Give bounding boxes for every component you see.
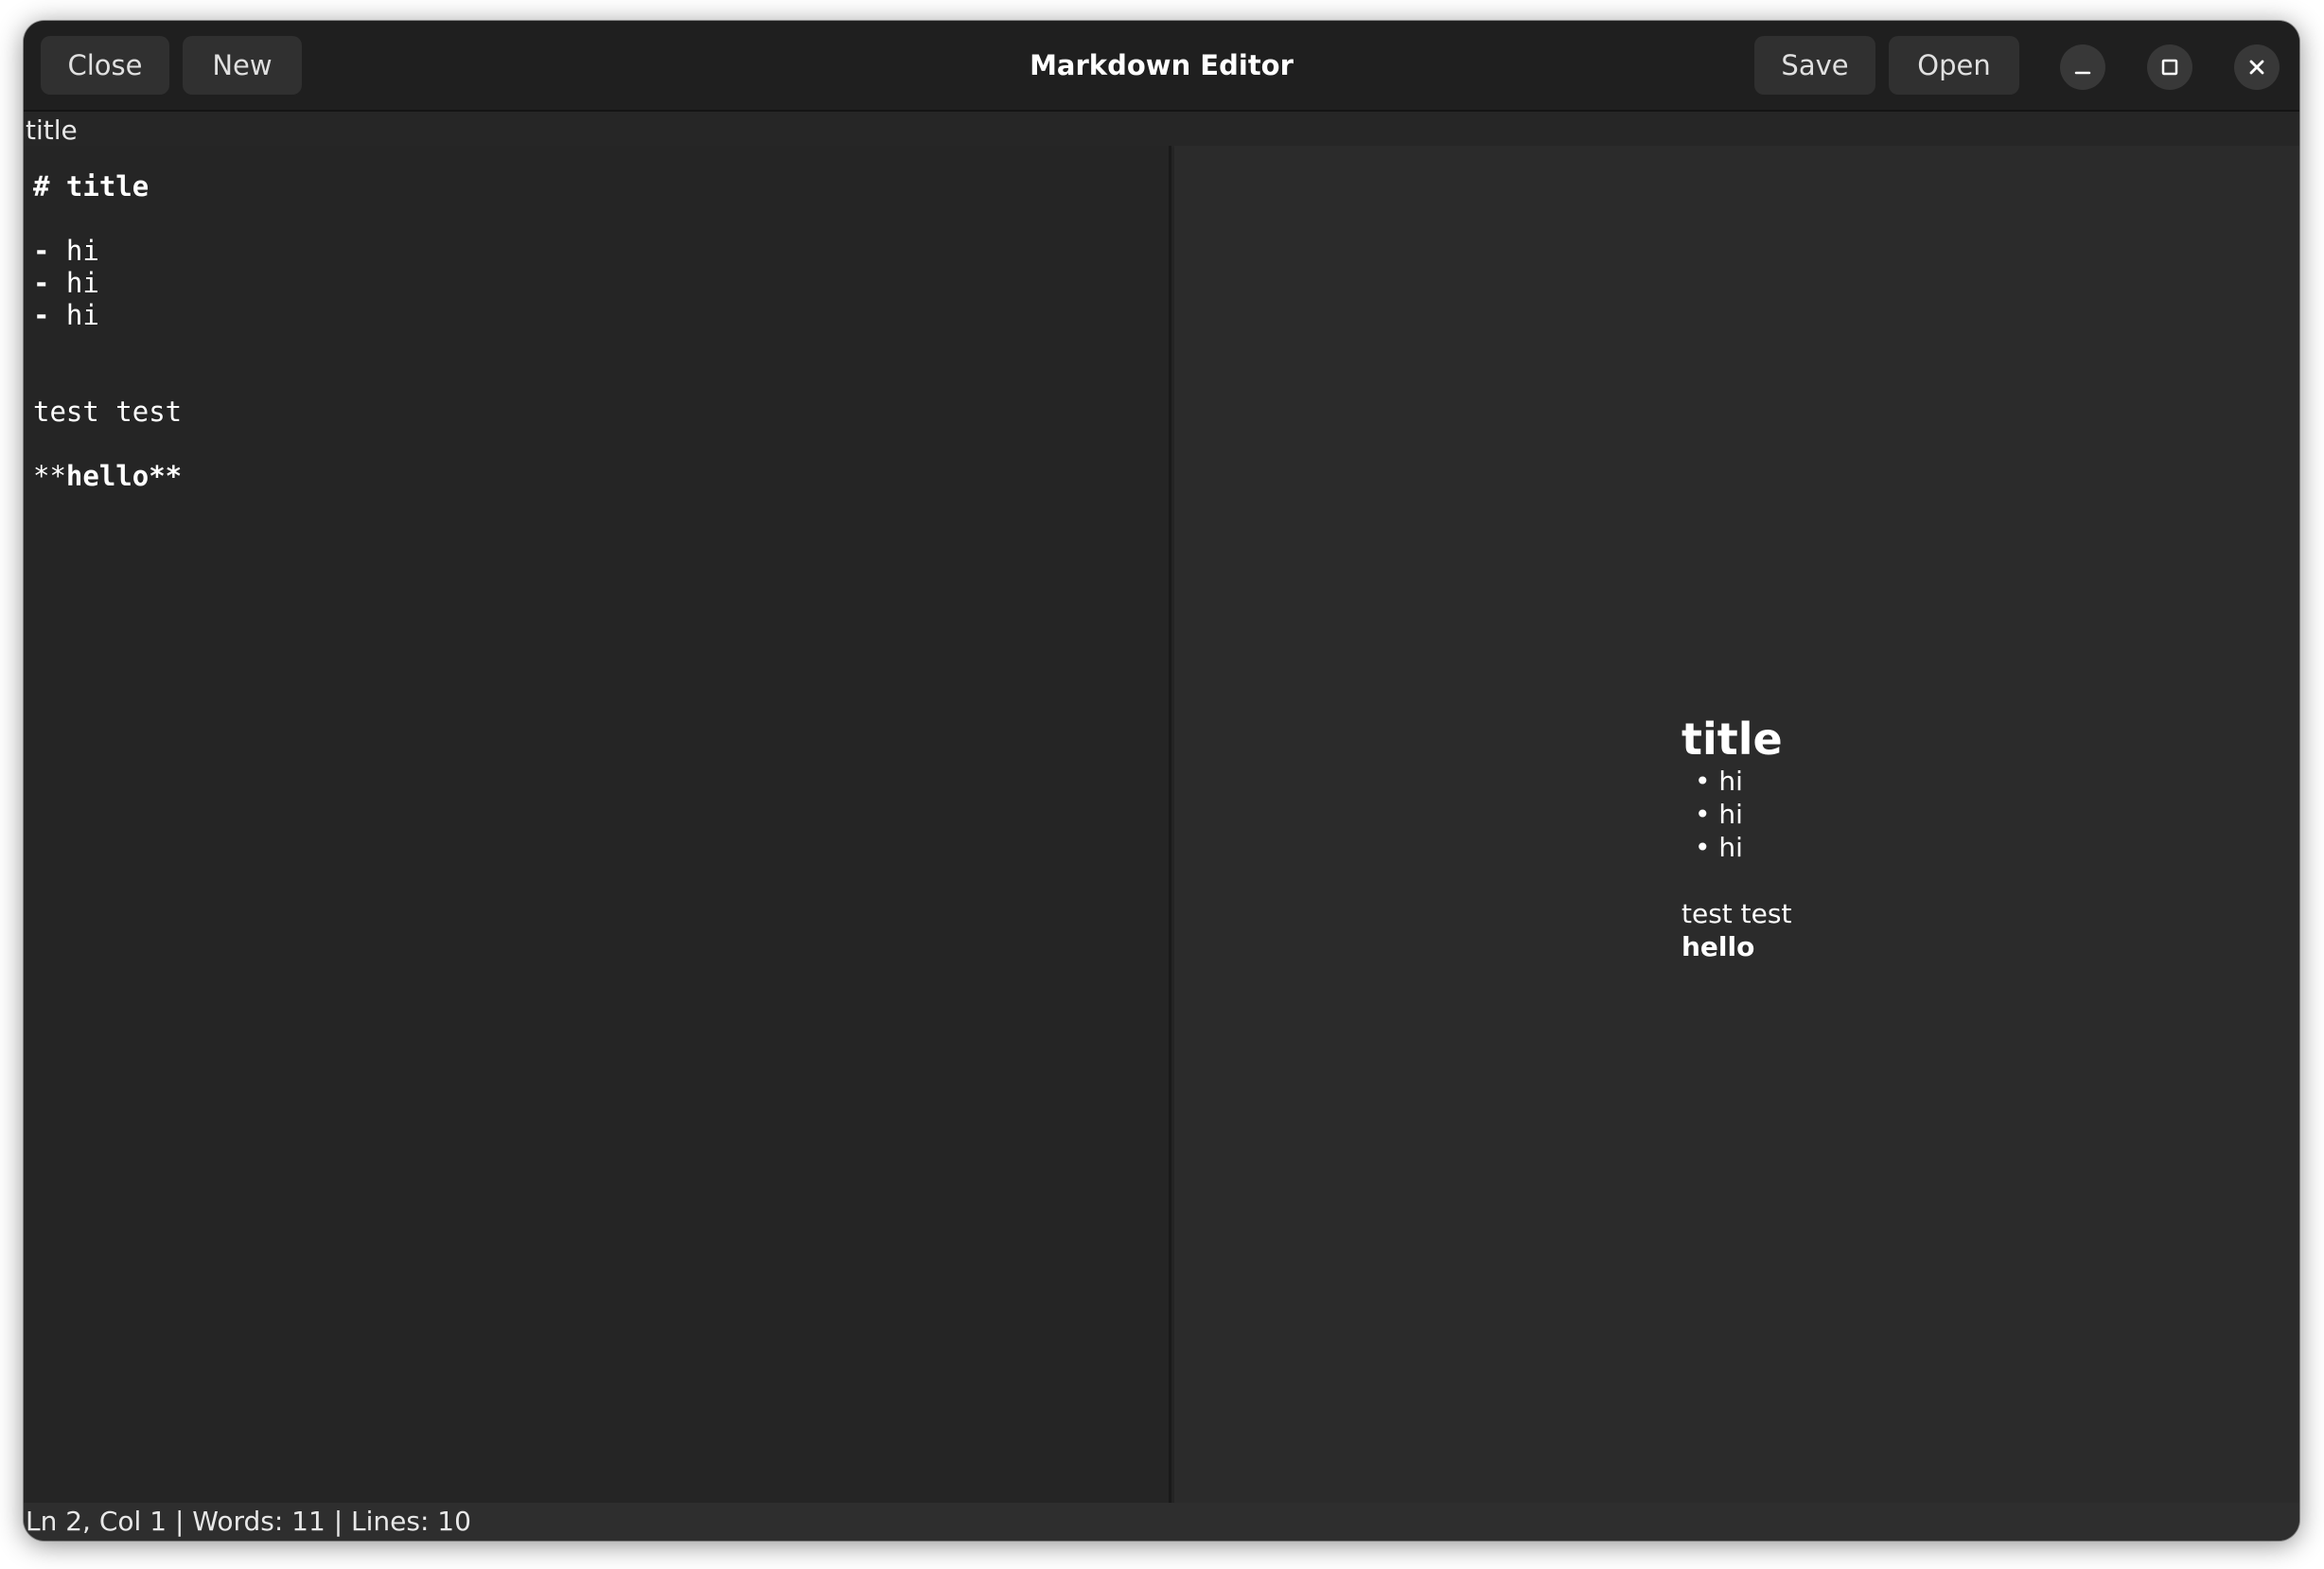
editor-line-prefix: - xyxy=(33,299,66,331)
window-close-button[interactable] xyxy=(2234,44,2280,90)
editor-line-text: hi xyxy=(65,235,99,267)
preview-list-item-text: hi xyxy=(1718,799,1743,830)
editor-line-prefix: - xyxy=(33,267,66,299)
status-bar: Ln 2, Col 1 | Words: 11 | Lines: 10 xyxy=(24,1503,2299,1541)
editor-line-prefix: - xyxy=(33,235,66,267)
editor-line-text: test test xyxy=(33,396,183,428)
preview-heading: title xyxy=(1681,714,1783,765)
bullet-icon: • xyxy=(1695,832,1719,863)
editor-line: test test xyxy=(33,396,1169,428)
editor-line: # title xyxy=(33,170,1169,203)
preview-paragraph: test test xyxy=(1681,898,1792,929)
editor-line: - hi xyxy=(33,267,1169,299)
preview-list-item: • hi xyxy=(1681,765,1791,798)
save-button[interactable]: Save xyxy=(1754,36,1875,95)
preview-bold-text: hello xyxy=(1681,931,1755,962)
close-button[interactable]: Close xyxy=(41,36,169,95)
info-strip xyxy=(24,112,2299,148)
editor-line-text: hello** xyxy=(65,460,183,492)
maximize-button[interactable] xyxy=(2147,44,2192,90)
editor-line-prefix: ** xyxy=(33,460,66,492)
preview-content: title • hi • hi • hi test test hello xyxy=(1681,714,1791,963)
new-button[interactable]: New xyxy=(183,36,302,95)
markdown-editor[interactable]: # title - hi - hi - hi test test **hello** xyxy=(24,146,1171,1503)
preview-list-item: • hi xyxy=(1681,831,1791,864)
editor-line-text: hi xyxy=(65,267,99,299)
close-icon xyxy=(2249,60,2264,75)
preview-list-item-text: hi xyxy=(1718,766,1743,797)
open-button[interactable]: Open xyxy=(1889,36,2019,95)
markdown-preview: title • hi • hi • hi test test hello xyxy=(1174,146,2299,1503)
maximize-icon xyxy=(2161,59,2178,76)
editor-line: - hi xyxy=(33,299,1169,331)
app-window: Close New Markdown Editor Save Open titl… xyxy=(24,21,2299,1541)
preview-list: • hi • hi • hi xyxy=(1681,765,1791,864)
editor-line: **hello** xyxy=(33,460,1169,492)
minimize-icon xyxy=(2074,71,2091,75)
bullet-icon: • xyxy=(1695,766,1719,797)
preview-list-item: • hi xyxy=(1681,798,1791,831)
header-bar: Close New Markdown Editor Save Open xyxy=(24,21,2299,112)
editor-line-prefix: # xyxy=(33,170,66,203)
editor-line-text: hi xyxy=(65,299,99,331)
minimize-button[interactable] xyxy=(2060,44,2105,90)
bullet-icon: • xyxy=(1695,799,1719,830)
editor-line: - hi xyxy=(33,235,1169,267)
document-filename: title xyxy=(26,115,78,146)
editor-line-text: title xyxy=(65,170,150,203)
preview-list-item-text: hi xyxy=(1718,832,1743,863)
